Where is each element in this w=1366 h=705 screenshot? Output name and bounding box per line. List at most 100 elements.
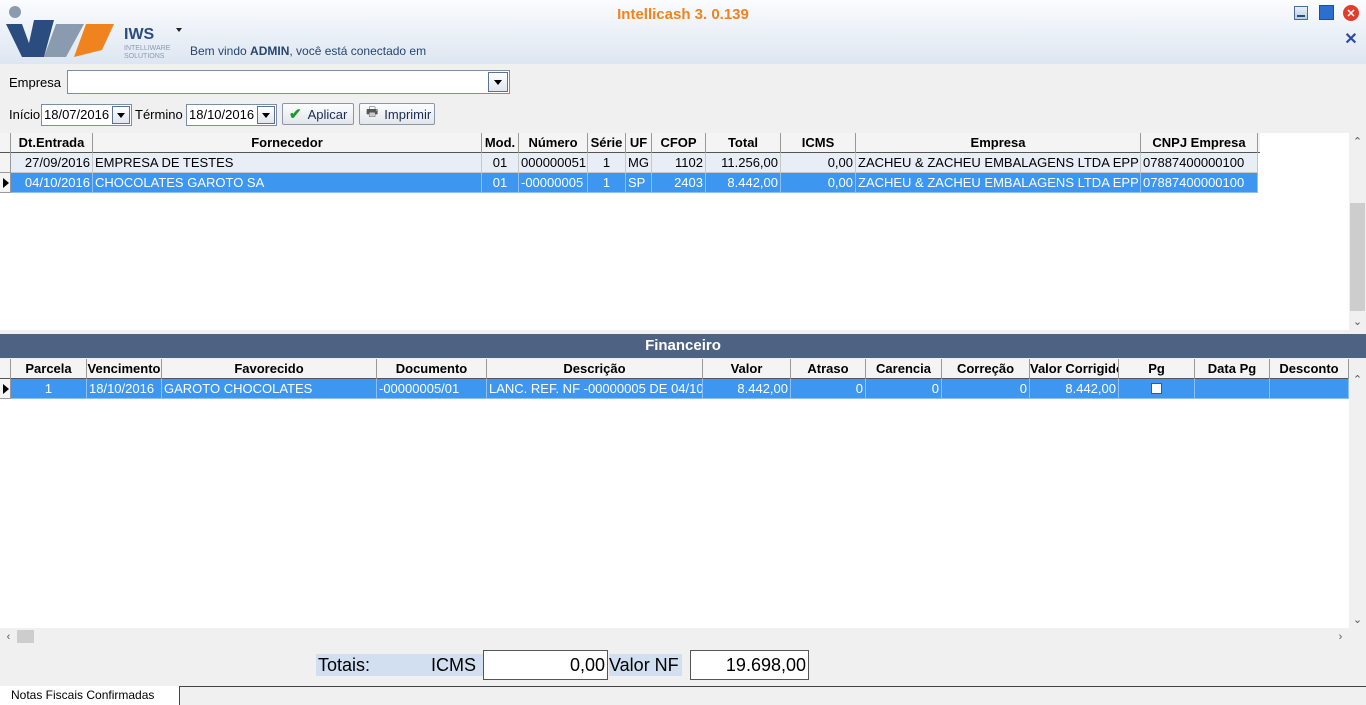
scroll-up-icon[interactable]: ⌃	[1349, 133, 1366, 150]
scroll-right-icon[interactable]: ›	[1332, 628, 1349, 645]
cell-vencimento: 18/10/2016	[87, 379, 162, 399]
col-data-pg[interactable]: Data Pg	[1195, 359, 1270, 379]
scroll-left-icon[interactable]: ‹	[0, 628, 17, 645]
col-empresa[interactable]: Empresa	[856, 133, 1141, 153]
scroll-down-icon[interactable]: ⌄	[1349, 611, 1366, 628]
cell-cnpj: 07887400000100	[1141, 173, 1258, 193]
notas-vertical-scrollbar[interactable]: ⌃ ⌄	[1349, 133, 1366, 330]
col-documento[interactable]: Documento	[377, 359, 487, 379]
cell-valor: 8.442,00	[703, 379, 791, 399]
scroll-up-icon[interactable]: ⌃	[1349, 371, 1366, 388]
col-numero[interactable]: Número	[519, 133, 588, 153]
checkmark-icon: ✔	[289, 106, 302, 123]
cell-serie: 1	[588, 173, 626, 193]
tab-notas-fiscais-confirmadas[interactable]: Notas Fiscais Confirmadas	[0, 686, 180, 705]
scroll-down-icon[interactable]: ⌄	[1349, 313, 1366, 330]
col-desconto[interactable]: Desconto	[1270, 359, 1349, 379]
chevron-down-icon[interactable]	[488, 72, 508, 92]
imprimir-label: Imprimir	[384, 106, 432, 122]
welcome-text: Bem vindo ADMIN, você está conectado em	[190, 44, 426, 58]
minimize-button[interactable]	[1294, 6, 1308, 20]
table-row[interactable]: 27/09/2016 EMPRESA DE TESTES 01 00000005…	[0, 153, 1258, 173]
minimize-icon	[1297, 15, 1305, 17]
col-mod[interactable]: Mod.	[482, 133, 519, 153]
cell-correcao: 0	[942, 379, 1030, 399]
hscroll-thumb[interactable]	[17, 630, 34, 643]
cell-empresa: ZACHEU & ZACHEU EMBALAGENS LTDA EPP	[856, 173, 1141, 193]
financeiro-grid-header: Parcela Vencimento Favorecido Documento …	[0, 359, 1349, 379]
cell-dt: 27/09/2016	[11, 153, 93, 173]
table-row-selected[interactable]: 04/10/2016 CHOCOLATES GAROTO SA 01 -0000…	[0, 173, 1258, 193]
pg-checkbox[interactable]	[1151, 383, 1162, 394]
cell-uf: MG	[626, 153, 652, 173]
tab-label: Notas Fiscais Confirmadas	[11, 688, 155, 702]
col-uf[interactable]: UF	[626, 133, 652, 153]
inicio-date-field[interactable]: 18/07/2016	[41, 104, 132, 126]
financeiro-horizontal-scrollbar[interactable]: ‹ ›	[0, 628, 1349, 645]
empresa-combo[interactable]	[67, 70, 510, 94]
close-form-button[interactable]: ✕	[1342, 30, 1360, 48]
row-pointer-icon	[0, 379, 11, 399]
col-total[interactable]: Total	[706, 133, 781, 153]
empresa-label: Empresa	[9, 75, 62, 90]
welcome-user: ADMIN	[250, 44, 290, 58]
financeiro-vertical-scrollbar[interactable]: ⌃ ⌄	[1349, 359, 1366, 628]
cell-documento: -00000005/01	[377, 379, 487, 399]
notas-grid[interactable]: Dt.Entrada Fornecedor Mod. Número Série …	[0, 133, 1349, 330]
close-icon: ✕	[1344, 31, 1358, 48]
imprimir-button[interactable]: 🖶 Imprimir	[359, 103, 435, 125]
col-carencia[interactable]: Carencia	[866, 359, 942, 379]
printer-icon: 🖶	[366, 104, 379, 119]
col-pg[interactable]: Pg	[1119, 359, 1195, 379]
app-title: Intellicash 3. 0.139	[617, 6, 749, 23]
valor-nf-value: 19.698,00	[690, 650, 809, 680]
col-icms[interactable]: ICMS	[781, 133, 856, 153]
col-correcao[interactable]: Correção	[942, 359, 1030, 379]
chevron-down-icon[interactable]	[112, 106, 130, 124]
cell-descricao: LANC. REF. NF -00000005 DE 04/10	[487, 379, 703, 399]
col-serie[interactable]: Série	[588, 133, 626, 153]
termino-date-field[interactable]: 18/10/2016	[186, 104, 277, 126]
totais-label: Totais:	[318, 655, 371, 675]
valor-nf-label: Valor NF	[609, 654, 682, 676]
icms-total-value: 0,00	[483, 650, 608, 680]
col-parcela[interactable]: Parcela	[11, 359, 87, 379]
cell-mod: 01	[482, 173, 519, 193]
col-dt-entrada[interactable]: Dt.Entrada	[11, 133, 93, 153]
cell-total: 11.256,00	[706, 153, 781, 173]
termino-value: 18/10/2016	[189, 107, 255, 122]
financeiro-title: Financeiro	[0, 334, 1366, 358]
col-favorecido[interactable]: Favorecido	[162, 359, 377, 379]
aplicar-label: Aplicar	[307, 106, 348, 122]
cell-uf: SP	[626, 173, 652, 193]
logo-menu-arrow-icon[interactable]	[176, 28, 182, 32]
cell-favorecido: GAROTO CHOCOLATES	[162, 379, 377, 399]
col-valor[interactable]: Valor	[703, 359, 791, 379]
chevron-down-icon[interactable]	[257, 106, 275, 124]
financeiro-grid[interactable]: Parcela Vencimento Favorecido Documento …	[0, 359, 1349, 628]
cell-fornecedor: CHOCOLATES GAROTO SA	[93, 173, 482, 193]
table-row-selected[interactable]: 1 18/10/2016 GAROTO CHOCOLATES -00000005…	[0, 379, 1349, 399]
cell-numero: 000000051	[519, 153, 588, 173]
col-fornecedor[interactable]: Fornecedor	[93, 133, 482, 153]
app-header: IWS INTELLIWARE SOLUTIONS Intellicash 3.…	[0, 0, 1366, 64]
cell-empresa: ZACHEU & ZACHEU EMBALAGENS LTDA EPP	[856, 153, 1141, 173]
logo-sub1: INTELLIWARE	[124, 45, 171, 52]
col-cfop[interactable]: CFOP	[652, 133, 706, 153]
icms-total-label: ICMS	[431, 655, 476, 675]
cell-icms: 0,00	[781, 173, 856, 193]
welcome-post: , você está conectado em	[289, 44, 427, 58]
scroll-thumb[interactable]	[1350, 203, 1365, 311]
col-atraso[interactable]: Atraso	[791, 359, 866, 379]
col-vencimento[interactable]: Vencimento	[87, 359, 162, 379]
cell-fornecedor: EMPRESA DE TESTES	[93, 153, 482, 173]
col-valor-corrigido[interactable]: Valor Corrigido	[1030, 359, 1119, 379]
row-indicator-header	[0, 359, 11, 379]
inicio-label: Início	[9, 107, 41, 122]
aplicar-button[interactable]: ✔ Aplicar	[282, 103, 354, 125]
close-app-button[interactable]: ✕	[1343, 5, 1359, 21]
col-cnpj-empresa[interactable]: CNPJ Empresa	[1141, 133, 1258, 153]
col-descricao[interactable]: Descrição	[487, 359, 703, 379]
close-circle-icon: ✕	[1346, 7, 1356, 20]
maximize-button[interactable]	[1319, 5, 1334, 20]
